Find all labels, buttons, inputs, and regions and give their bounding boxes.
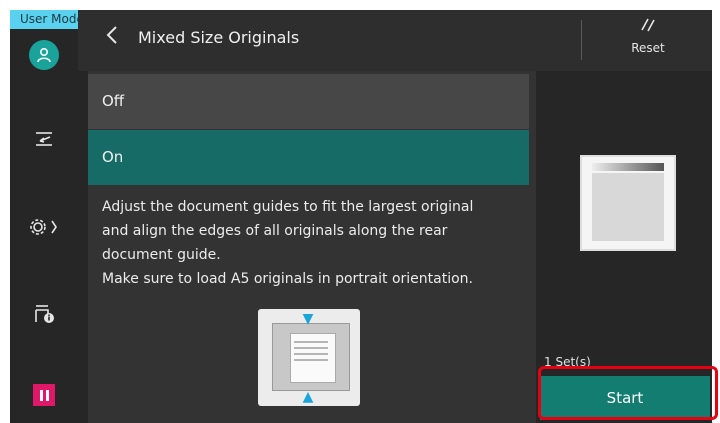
preview-density-bar	[592, 163, 664, 171]
doc-line	[294, 359, 328, 361]
sidebar-job-flow-button[interactable]	[10, 119, 78, 163]
instructions: Adjust the document guides to fit the la…	[102, 195, 522, 291]
preview-page	[592, 173, 664, 241]
back-button[interactable]	[98, 24, 126, 54]
sidebar-user-button[interactable]	[10, 33, 78, 77]
options-panel: Off On Adjust the document guides to fit…	[88, 71, 536, 423]
option-off[interactable]: Off	[88, 74, 529, 129]
instruction-line: Adjust the document guides to fit the la…	[102, 199, 474, 215]
arrow-down-icon: ▼	[302, 311, 314, 327]
instruction-line: and align the edges of all originals alo…	[102, 223, 448, 239]
user-icon	[29, 40, 59, 70]
reset-button[interactable]: Reset	[603, 16, 693, 66]
sidebar-settings-button[interactable]	[10, 207, 78, 251]
start-button-highlight	[538, 366, 718, 420]
doc-line	[294, 353, 328, 355]
doc-line	[294, 341, 328, 343]
original-preview	[580, 155, 676, 251]
device-info-icon	[33, 302, 55, 328]
reset-label: Reset	[631, 41, 665, 55]
header-divider	[581, 20, 582, 60]
header: Mixed Size Originals Reset	[78, 10, 712, 71]
pause-icon	[33, 384, 55, 406]
sidebar	[10, 29, 78, 423]
job-flow-icon	[34, 130, 54, 152]
sidebar-device-info-button[interactable]	[10, 293, 78, 337]
instruction-line: document guide.	[102, 247, 221, 263]
reset-icon	[603, 16, 693, 40]
arrow-up-icon: ▲	[302, 389, 314, 405]
option-on[interactable]: On	[88, 130, 529, 185]
settings-icon	[29, 217, 59, 241]
device-panel: User Mode Mixed Size Originals Reset Off…	[10, 10, 712, 423]
instruction-line: Make sure to load A5 originals in portra…	[102, 271, 473, 287]
chevron-left-icon	[105, 26, 119, 51]
page-title: Mixed Size Originals	[138, 28, 300, 47]
doc-line	[294, 347, 328, 349]
document-guide-illustration: ▼ ▲	[258, 309, 360, 406]
sidebar-pause-button[interactable]	[10, 373, 78, 417]
